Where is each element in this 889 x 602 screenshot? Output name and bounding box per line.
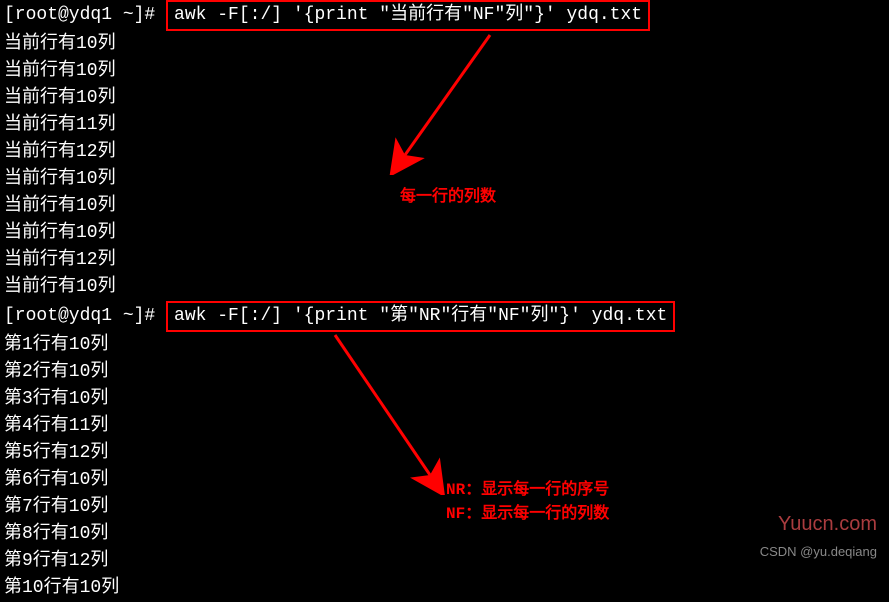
- output-line: 当前行有10列: [0, 220, 889, 247]
- output-line: 第8行有10列: [0, 521, 889, 548]
- arrow-icon: [380, 25, 500, 175]
- watermark-text: Yuucn.com: [778, 509, 877, 539]
- annotation-nr-line: NR：显示每一行的序号: [446, 478, 609, 502]
- credit-text: CSDN @yu.deqiang: [760, 542, 877, 562]
- annotation-column-count: 每一行的列数: [400, 185, 496, 209]
- output-line: 第10行有10列: [0, 575, 889, 602]
- shell-prompt: [root@ydq1 ~]#: [4, 5, 166, 25]
- annotation-nf-line: NF：显示每一行的列数: [446, 502, 609, 526]
- shell-prompt: [root@ydq1 ~]#: [4, 306, 166, 326]
- arrow-icon: [325, 325, 455, 495]
- output-line: 当前行有12列: [0, 247, 889, 274]
- annotation-nr-nf: NR：显示每一行的序号 NF：显示每一行的列数: [446, 478, 609, 526]
- output-line: 当前行有10列: [0, 274, 889, 301]
- output-line: 第7行有10列: [0, 494, 889, 521]
